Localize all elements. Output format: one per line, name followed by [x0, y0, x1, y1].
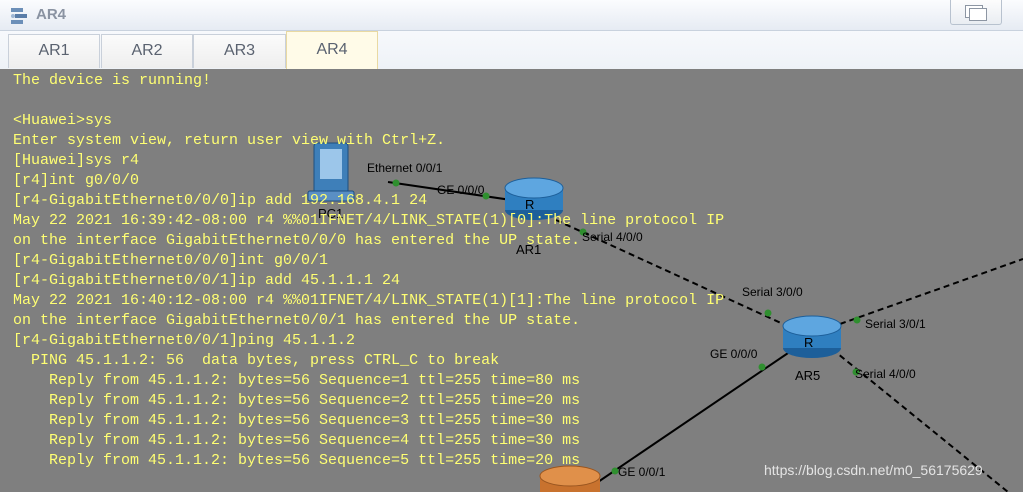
port-label-pc1-eth: Ethernet 0/0/1 — [367, 161, 443, 175]
port-label-ar1-serial: Serial 4/0/0 — [582, 230, 643, 244]
port-label-ar1-ge: GE 0/0/0 — [437, 183, 485, 197]
link-dot — [764, 309, 772, 317]
link-dot — [758, 363, 766, 371]
ar1-label: AR1 — [516, 242, 541, 257]
tab-ar2[interactable]: AR2 — [101, 34, 193, 68]
port-label-ar5-serial-out1: Serial 3/0/1 — [865, 317, 926, 331]
tab-ar4[interactable]: AR4 — [286, 31, 378, 69]
restore-icon-back — [969, 8, 987, 21]
console-output[interactable]: PC1 R AR1 R AR5 Ethernet 0/0/1 GE 0/0/0 … — [8, 69, 1023, 492]
window-title-bar: AR4 — [0, 0, 1023, 31]
port-label-ar5-serial-out2: Serial 4/0/0 — [855, 367, 916, 381]
port-label-ar5-ge: GE 0/0/0 — [710, 347, 758, 361]
tab-ar1[interactable]: AR1 — [8, 34, 100, 68]
restore-window-button[interactable] — [950, 0, 1002, 25]
pc1-label: PC1 — [318, 206, 343, 221]
pc1-device[interactable]: PC1 — [307, 142, 355, 221]
link-dot — [392, 179, 400, 187]
ar5-label: AR5 — [795, 368, 820, 383]
ar1-device[interactable]: R AR1 — [504, 177, 564, 257]
link-dot — [853, 316, 861, 324]
window-title: AR4 — [36, 6, 67, 23]
port-labels: Ethernet 0/0/1 GE 0/0/0 Serial 4/0/0 Ser… — [367, 161, 926, 479]
ar5-device[interactable]: R AR5 — [782, 315, 842, 383]
tab-ar3[interactable]: AR3 — [193, 34, 286, 68]
watermark: https://blog.csdn.net/m0_56175629 — [764, 462, 983, 478]
topology-canvas: PC1 R AR1 R AR5 Ethernet 0/0/1 GE 0/0/0 … — [307, 142, 1023, 492]
ar1-icon-letter: R — [525, 197, 534, 212]
ar5-icon-letter: R — [804, 335, 813, 350]
links — [387, 181, 1023, 492]
app-logo-icon — [11, 8, 27, 24]
port-label-bottom-ge: GE 0/0/1 — [618, 465, 666, 479]
port-label-ar5-serial-in: Serial 3/0/0 — [742, 285, 803, 299]
link-ar5-right-top — [839, 258, 1023, 325]
tab-bar: AR1 AR2 AR3 AR4 — [0, 31, 1023, 69]
bottom-router-device[interactable] — [539, 465, 601, 492]
